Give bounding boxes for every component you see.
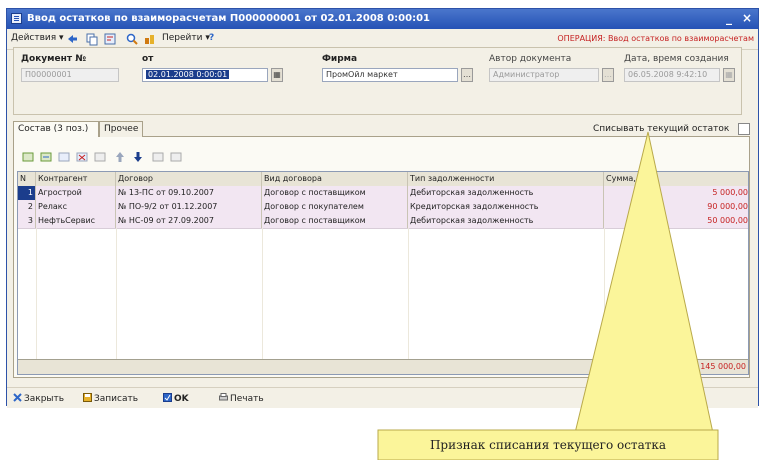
ok-button[interactable]: OK <box>163 393 189 404</box>
calendar-icon[interactable]: ▦ <box>271 68 283 82</box>
counterparty-cell: НефтьСервис <box>36 214 116 228</box>
actions-menu[interactable]: Действия ▾ <box>11 33 64 43</box>
created-label: Дата, время создания <box>624 54 729 64</box>
close-icon <box>13 393 22 402</box>
col-header-counterparty[interactable]: Контрагент <box>36 172 116 186</box>
column-divider <box>262 228 263 360</box>
sort-desc-icon[interactable] <box>169 150 183 164</box>
contract-type-cell: Договор с поставщиком <box>262 214 408 228</box>
bottom-bar: Закрыть Записать OK Печать <box>7 387 758 408</box>
copy-row-icon[interactable] <box>39 150 53 164</box>
delete-row-icon[interactable] <box>75 150 89 164</box>
tab-other[interactable]: Прочее <box>99 121 143 137</box>
counterparty-cell: Релакс <box>36 200 116 214</box>
find-icon[interactable] <box>125 32 139 46</box>
col-header-debt-type[interactable]: Тип задолженности <box>408 172 604 186</box>
col-header-n[interactable]: N <box>18 172 36 186</box>
save-icon <box>83 393 92 402</box>
print-button-label: Печать <box>230 394 264 404</box>
col-header-contract[interactable]: Договор <box>116 172 262 186</box>
print-icon <box>219 393 228 402</box>
debt-type-cell: Дебиторская задолженность <box>408 186 604 200</box>
doc-number-label: Документ № <box>21 54 87 64</box>
amount-cell: 90 000,00 <box>707 202 748 211</box>
callout-text: Признак списания текущего остатка <box>429 438 667 452</box>
firm-label: Фирма <box>322 54 358 64</box>
print-button[interactable]: Печать <box>219 393 264 404</box>
column-divider <box>604 228 605 360</box>
writeoff-checkbox[interactable] <box>738 123 750 135</box>
ok-save-icon <box>163 393 172 402</box>
debt-type-cell: Дебиторская задолженность <box>408 214 604 228</box>
contract-type-cell: Договор с покупателем <box>262 200 408 214</box>
counterparty-cell: Агрострой <box>36 186 116 200</box>
table-row[interactable]: 2 Релакс № ПО-9/2 от 01.12.2007 Договор … <box>18 200 748 215</box>
move-up-icon[interactable] <box>113 150 127 164</box>
row-number: 1 <box>18 186 36 200</box>
contract-cell: № ПО-9/2 от 01.12.2007 <box>116 200 262 214</box>
firm-select-icon[interactable]: … <box>461 68 473 82</box>
balances-table: N Контрагент Договор Вид договора Тип за… <box>17 171 749 375</box>
edit-row-icon[interactable] <box>57 150 71 164</box>
close-button[interactable]: Закрыть <box>13 393 64 404</box>
table-footer: 145 000,00 <box>18 359 748 374</box>
table-row[interactable]: 1 Агрострой № 13-ПС от 09.10.2007 Догово… <box>18 186 748 201</box>
author-label: Автор документа <box>489 54 572 64</box>
debt-type-cell: Кредиторская задолженность <box>408 200 604 214</box>
doc-number-field: П00000001 <box>21 68 119 82</box>
writeoff-label: Списывать текущий остаток <box>593 124 730 134</box>
date-field[interactable]: 02.01.2008 0:00:01 <box>142 68 268 82</box>
contract-type-cell: Договор с поставщиком <box>262 186 408 200</box>
header-panel: Документ № П00000001 от 02.01.2008 0:00:… <box>13 47 742 115</box>
close-window-button[interactable]: × <box>740 11 754 25</box>
tab-composition[interactable]: Состав (3 поз.) <box>13 121 99 137</box>
title-bar: Ввод остатков по взаиморасчетам П0000000… <box>7 9 758 29</box>
col-header-amount[interactable]: Сумма, руб <box>604 172 748 186</box>
arrow-left-icon[interactable] <box>65 32 79 46</box>
created-calendar-icon: ▦ <box>723 68 735 82</box>
save-button-label: Записать <box>94 394 139 404</box>
row-number: 2 <box>18 200 36 214</box>
operation-label: ОПЕРАЦИЯ: Ввод остатков по взаиморасчета… <box>557 34 754 43</box>
author-field: Администратор <box>489 68 599 82</box>
document-window: Ввод остатков по взаиморасчетам П0000000… <box>6 8 759 408</box>
copy-icon[interactable] <box>85 32 99 46</box>
row-number: 3 <box>18 214 36 228</box>
help-button[interactable]: ? <box>209 33 214 43</box>
column-divider <box>36 228 37 360</box>
column-divider <box>116 228 117 360</box>
minimize-button[interactable]: _ <box>722 11 736 25</box>
author-select-icon: … <box>602 68 614 82</box>
movements-icon[interactable] <box>143 32 157 46</box>
table-header: N Контрагент Договор Вид договора Тип за… <box>18 172 748 187</box>
total-amount: 145 000,00 <box>700 362 746 371</box>
col-header-contract-type[interactable]: Вид договора <box>262 172 408 186</box>
window-title: Ввод остатков по взаиморасчетам П0000000… <box>27 13 431 24</box>
column-divider <box>408 228 409 360</box>
goto-menu[interactable]: Перейти ▾ <box>162 33 210 43</box>
date-label: от <box>142 54 154 64</box>
sort-asc-icon[interactable] <box>151 150 165 164</box>
structure-icon[interactable] <box>103 32 117 46</box>
contract-cell: № НС-09 от 27.09.2007 <box>116 214 262 228</box>
close-button-label: Закрыть <box>24 394 65 404</box>
add-row-icon[interactable] <box>21 150 35 164</box>
amount-cell: 5 000,00 <box>712 188 748 197</box>
contract-cell: № 13-ПС от 09.10.2007 <box>116 186 262 200</box>
date-value: 02.01.2008 0:00:01 <box>146 70 230 79</box>
save-button[interactable]: Записать <box>83 393 138 404</box>
amount-cell: 50 000,00 <box>707 216 748 225</box>
ok-button-label: OK <box>174 394 189 404</box>
document-icon <box>11 13 22 24</box>
table-row[interactable]: 3 НефтьСервис № НС-09 от 27.09.2007 Дого… <box>18 214 748 229</box>
end-edit-icon[interactable] <box>93 150 107 164</box>
created-field: 06.05.2008 9:42:10 <box>624 68 720 82</box>
firm-field[interactable]: ПромОйл маркет <box>322 68 458 82</box>
move-down-icon[interactable] <box>131 150 145 164</box>
